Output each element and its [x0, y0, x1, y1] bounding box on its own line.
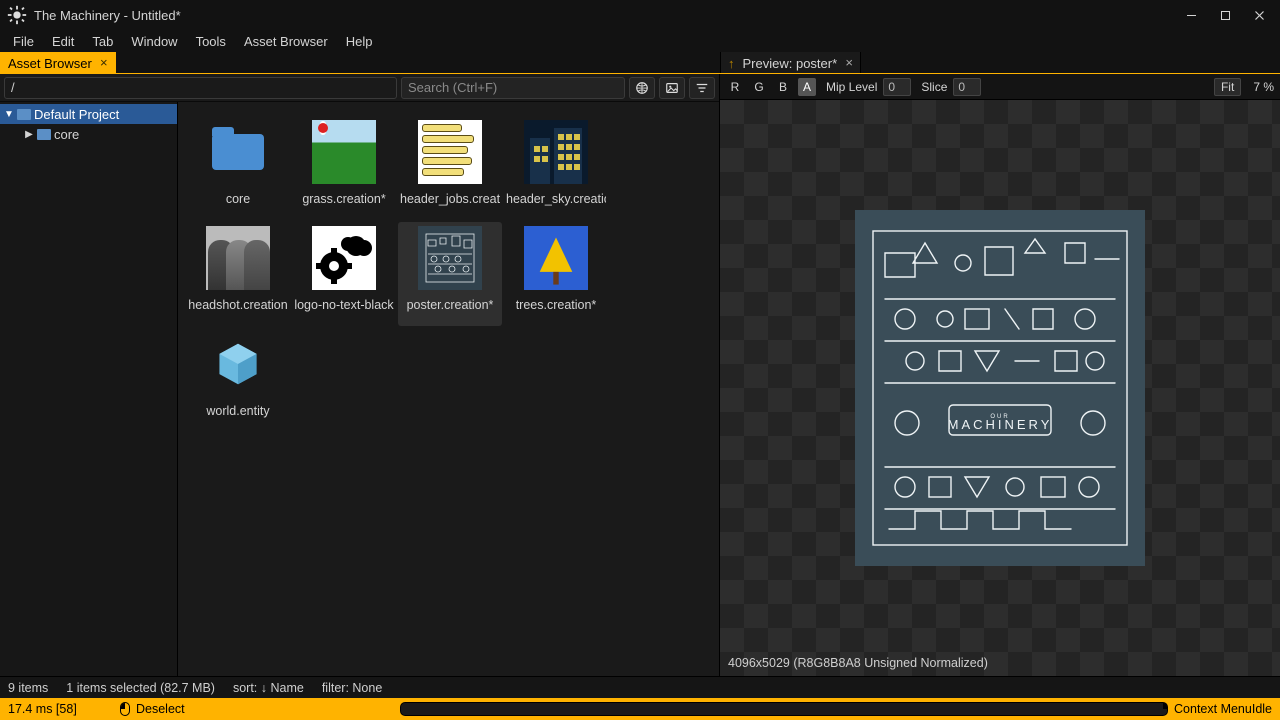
preview-toolbar: R G B A Mip Level 0 Slice 0 Fit 7 % — [720, 74, 1280, 100]
asset-trees[interactable]: trees.creation* — [504, 222, 608, 326]
asset-label: header_sky.creatio — [506, 192, 606, 206]
path-text: / — [11, 80, 15, 95]
menu-asset-browser[interactable]: Asset Browser — [235, 32, 337, 51]
channel-g[interactable]: G — [750, 78, 768, 96]
menu-tab[interactable]: Tab — [83, 32, 122, 51]
slice-input[interactable]: 0 — [953, 78, 981, 96]
title-bar: The Machinery - Untitled* — [0, 0, 1280, 30]
maximize-button[interactable] — [1208, 0, 1242, 30]
tab-asset-browser[interactable]: Asset Browser × — [0, 52, 116, 74]
bottom-bar: 17.4 ms [58] Deselect Context Menu Idle — [0, 698, 1280, 720]
mip-input[interactable]: 0 — [883, 78, 911, 96]
slice-label: Slice — [921, 80, 947, 94]
folder-icon — [37, 129, 51, 140]
thumbnail — [206, 226, 270, 290]
thumbnail — [312, 226, 376, 290]
asset-world[interactable]: world.entity — [186, 328, 290, 432]
mouse-right-icon — [400, 702, 1168, 716]
asset-headshot[interactable]: headshot.creation — [186, 222, 290, 326]
preview-footer: 4096x5029 (R8G8B8A8 Unsigned Normalized) — [728, 656, 988, 670]
folder-icon — [17, 109, 31, 120]
hint-deselect: Deselect — [136, 702, 185, 716]
tab-close-icon[interactable]: × — [98, 57, 110, 69]
thumbnail — [524, 120, 588, 184]
globe-icon[interactable] — [629, 77, 655, 99]
filter-icon[interactable] — [689, 77, 715, 99]
asset-label: core — [226, 192, 250, 206]
close-button[interactable] — [1242, 0, 1276, 30]
mouse-left-icon — [120, 702, 130, 716]
menu-file[interactable]: File — [4, 32, 43, 51]
asset-label: headshot.creation — [188, 298, 287, 312]
zoom-readout: 7 % — [1253, 80, 1274, 94]
asset-logo[interactable]: logo-no-text-black — [292, 222, 396, 326]
disclosure-down-icon[interactable]: ▼ — [4, 109, 14, 120]
asset-header-jobs[interactable]: header_jobs.creati — [398, 116, 502, 220]
preview-panel: R G B A Mip Level 0 Slice 0 Fit 7 % — [720, 74, 1280, 676]
asset-grid[interactable]: core grass.creation* header_jobs.creati — [178, 102, 719, 676]
tree-root[interactable]: ▼ Default Project — [0, 104, 177, 124]
thumbnail — [418, 120, 482, 184]
search-input[interactable]: Search (Ctrl+F) — [401, 77, 625, 99]
search-placeholder: Search (Ctrl+F) — [408, 80, 497, 95]
state-readout: Idle — [1252, 702, 1272, 716]
menu-edit[interactable]: Edit — [43, 32, 83, 51]
asset-label: grass.creation* — [302, 192, 385, 206]
path-input[interactable]: / — [4, 77, 397, 99]
asset-browser-toolbar: / Search (Ctrl+F) — [0, 74, 719, 102]
preview-viewport[interactable]: OUR MACHINERY 4096x5029 (R8G8B8A8 Unsign… — [720, 100, 1280, 676]
channel-r[interactable]: R — [726, 78, 744, 96]
tab-label: Preview: poster* — [743, 56, 838, 71]
minimize-button[interactable] — [1174, 0, 1208, 30]
channel-b[interactable]: B — [774, 78, 792, 96]
pin-icon: ↑ — [728, 56, 735, 71]
status-items: 9 items — [8, 681, 48, 695]
asset-grass[interactable]: grass.creation* — [292, 116, 396, 220]
window-title: The Machinery - Untitled* — [34, 8, 1174, 23]
app-icon — [6, 6, 28, 24]
image-icon[interactable] — [659, 77, 685, 99]
mip-label: Mip Level — [826, 80, 877, 94]
tree-label: Default Project — [34, 107, 119, 122]
menu-window[interactable]: Window — [122, 32, 186, 51]
poster-main-text: MACHINERY — [948, 417, 1053, 432]
channel-a[interactable]: A — [798, 78, 816, 96]
asset-core[interactable]: core — [186, 116, 290, 220]
tab-label: Asset Browser — [8, 56, 92, 71]
thumbnail — [312, 120, 376, 184]
status-sort[interactable]: sort: ↓ Name — [233, 681, 304, 695]
tab-close-icon[interactable]: × — [843, 57, 855, 69]
project-tree[interactable]: ▼ Default Project ▶ core — [0, 102, 178, 676]
status-filter[interactable]: filter: None — [322, 681, 382, 695]
asset-label: poster.creation* — [407, 298, 494, 312]
asset-label: logo-no-text-black — [294, 298, 393, 312]
tab-strip: Asset Browser × ↑ Preview: poster* × — [0, 52, 1280, 74]
menu-bar: File Edit Tab Window Tools Asset Browser… — [0, 30, 1280, 52]
asset-label: trees.creation* — [516, 298, 597, 312]
browser-status-bar: 9 items 1 items selected (82.7 MB) sort:… — [0, 676, 1280, 698]
tab-preview[interactable]: ↑ Preview: poster* × — [720, 52, 861, 74]
thumbnail — [524, 226, 588, 290]
thumbnail — [206, 332, 270, 396]
perf-readout: 17.4 ms [58] — [8, 702, 77, 716]
asset-header-sky[interactable]: header_sky.creatio — [504, 116, 608, 220]
disclosure-right-icon[interactable]: ▶ — [24, 129, 34, 140]
menu-tools[interactable]: Tools — [187, 32, 235, 51]
status-selected: 1 items selected (82.7 MB) — [66, 681, 215, 695]
folder-icon — [206, 120, 270, 184]
thumbnail — [418, 226, 482, 290]
hint-context-menu: Context Menu — [1174, 702, 1252, 716]
asset-poster[interactable]: poster.creation* — [398, 222, 502, 326]
tree-item-core[interactable]: ▶ core — [0, 124, 177, 144]
fit-button[interactable]: Fit — [1214, 78, 1241, 96]
asset-browser-panel: / Search (Ctrl+F) ▼ Default Project — [0, 74, 720, 676]
tree-label: core — [54, 127, 79, 142]
asset-label: header_jobs.creati — [400, 192, 500, 206]
preview-image: OUR MACHINERY — [855, 210, 1145, 566]
asset-label: world.entity — [206, 404, 269, 418]
menu-help[interactable]: Help — [337, 32, 382, 51]
